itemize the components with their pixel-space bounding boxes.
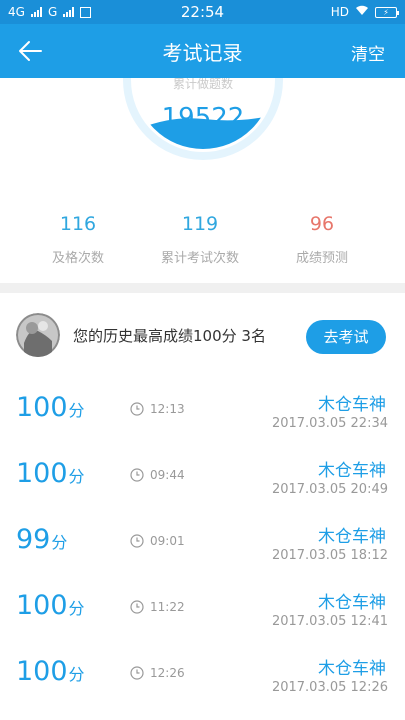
record-date: 2017.03.05 12:41: [271, 614, 388, 629]
stat-value: 119: [181, 213, 219, 235]
record-username: 木仓车神: [318, 659, 386, 679]
clock-icon: [130, 534, 144, 548]
record-date: 2017.03.05 22:34: [271, 416, 388, 431]
status-network: 4G G: [8, 5, 331, 19]
record-duration: 12:13: [130, 402, 185, 416]
page-title: 考试记录: [162, 40, 243, 65]
record-row[interactable]: 100分 11:22 木仓车神 2017.03.05 12:41: [0, 578, 405, 644]
record-score: 100分: [16, 656, 85, 687]
record-score: 100分: [16, 392, 85, 423]
clock-icon: [130, 600, 144, 614]
total-questions-value: 19522: [161, 103, 245, 133]
clock-icon: [130, 666, 144, 680]
record-duration: 09:01: [130, 534, 185, 548]
stat-exam-count: 119 累计考试次数: [140, 213, 260, 266]
record-score: 100分: [16, 458, 85, 489]
signal-icon-2: [63, 7, 75, 17]
signal-icon: [30, 7, 42, 17]
record-row[interactable]: 99分 09:01 木仓车神 2017.03.05 18:12: [0, 512, 405, 578]
network-4g-label: 4G: [8, 5, 25, 19]
network-g-label: G: [47, 5, 58, 19]
battery-icon: ⚡: [375, 6, 399, 18]
record-score: 99分: [16, 524, 68, 555]
status-bar: 4G G 22:54 HD ⚡: [0, 0, 405, 24]
header: 考试记录 清空: [0, 24, 405, 78]
clock-icon: [130, 402, 144, 416]
record-score: 100分: [16, 590, 85, 621]
status-right: HD ⚡: [330, 5, 399, 19]
record-username: 木仓车神: [318, 593, 386, 613]
record-duration: 11:22: [130, 600, 185, 614]
record-row[interactable]: 100分 12:26 木仓车神 2017.03.05 12:26: [0, 644, 405, 710]
hd-label: HD: [330, 5, 349, 19]
stat-score-prediction: 96 成绩预测: [262, 213, 382, 266]
record-date: 2017.03.05 18:12: [271, 548, 388, 563]
gauge-caption: 累计做题数: [172, 78, 233, 91]
total-questions-gauge: 累计做题数 19522: [123, 78, 283, 160]
record-duration: 12:26: [130, 666, 185, 680]
stat-label: 及格次数: [51, 251, 104, 266]
take-exam-button[interactable]: 去考试: [306, 320, 386, 354]
best-score-bar: 您的历史最高成绩100分 3名 去考试: [0, 293, 405, 373]
avatar[interactable]: [16, 313, 60, 357]
stat-label: 成绩预测: [295, 251, 348, 266]
clear-button[interactable]: 清空: [351, 40, 385, 65]
clock-icon: [130, 468, 144, 482]
stat-label: 累计考试次数: [160, 251, 239, 266]
stat-pass-count: 116 及格次数: [18, 213, 138, 266]
record-username: 木仓车神: [318, 395, 386, 415]
arrow-left-icon: [19, 41, 42, 61]
record-date: 2017.03.05 20:49: [271, 482, 388, 497]
record-username: 木仓车神: [318, 527, 386, 547]
wifi-icon: [355, 5, 369, 19]
stat-value: 96: [309, 213, 335, 235]
stat-value: 116: [59, 213, 97, 235]
record-username: 木仓车神: [318, 461, 386, 481]
notification-icon: [80, 6, 92, 18]
record-date: 2017.03.05 12:26: [271, 680, 388, 695]
record-row[interactable]: 100分 09:44 木仓车神 2017.03.05 20:49: [0, 446, 405, 512]
section-divider: [0, 283, 405, 293]
back-button[interactable]: [14, 36, 46, 66]
summary-panel: 累计做题数 19522 116 及格次数 119 累计考试次数 96 成绩预测: [0, 78, 405, 283]
record-duration: 09:44: [130, 468, 185, 482]
best-score-text: 您的历史最高成绩100分 3名: [73, 327, 266, 345]
record-row[interactable]: 100分 12:13 木仓车神 2017.03.05 22:34: [0, 380, 405, 446]
